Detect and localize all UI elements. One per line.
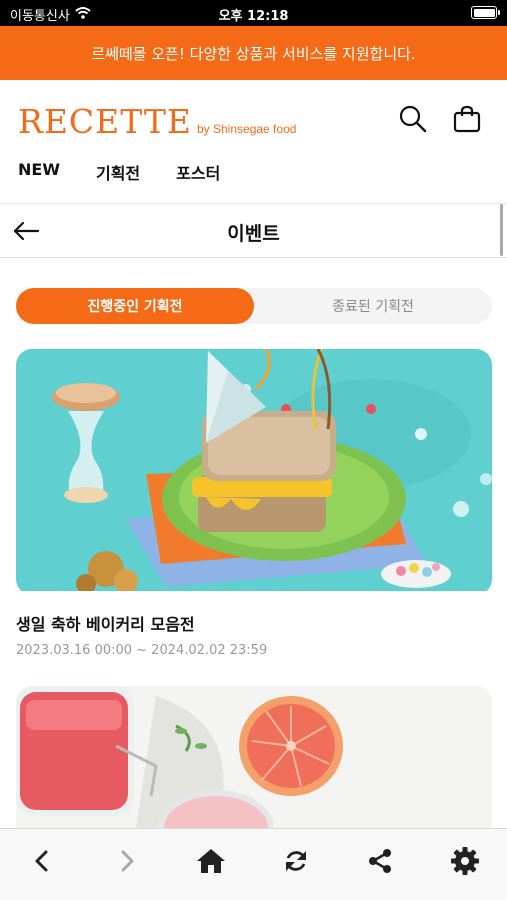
event-date: 2023.03.16 00:00 ~ 2024.02.02 23:59	[16, 643, 268, 658]
logo-wordmark: RECETTE	[18, 102, 192, 141]
status-bar: 이동통신사 오후 12:18	[0, 0, 507, 26]
exhibition-tabs: 진행중인 기획전 종료된 기획전	[16, 288, 492, 324]
battery-icon	[471, 6, 500, 19]
tab-ended[interactable]: 종료된 기획전	[254, 288, 492, 324]
home-icon[interactable]	[191, 841, 231, 881]
event-title[interactable]: 생일 축하 베이커리 모음전	[16, 611, 492, 635]
settings-icon[interactable]	[445, 841, 485, 881]
back-arrow-icon[interactable]	[22, 841, 62, 881]
shopping-bag-icon[interactable]	[450, 102, 484, 136]
event-card[interactable]	[16, 686, 492, 828]
promo-banner-text: 르쎄떼몰 오픈! 다양한 상품과 서비스를 지원합니다.	[91, 44, 416, 63]
logo[interactable]: RECETTE by Shinsegae food	[18, 102, 296, 141]
site-header: RECETTE by Shinsegae food NEW 기획전 포스터	[0, 80, 507, 204]
event-image-grapefruit[interactable]	[16, 686, 492, 828]
forward-arrow-icon[interactable]	[107, 841, 147, 881]
scrollbar[interactable]	[500, 204, 503, 256]
event-image-birthday-bakery[interactable]	[16, 349, 492, 595]
nav-item-posters[interactable]: 포스터	[176, 160, 220, 184]
nav-item-new[interactable]: NEW	[18, 160, 60, 184]
refresh-icon[interactable]	[276, 841, 316, 881]
bottom-toolbar	[0, 828, 507, 900]
share-icon[interactable]	[360, 841, 400, 881]
logo-tagline: by Shinsegae food	[197, 122, 297, 136]
search-icon[interactable]	[396, 102, 430, 136]
page-title-bar: 이벤트	[0, 204, 507, 258]
promo-banner[interactable]: 르쎄떼몰 오픈! 다양한 상품과 서비스를 지원합니다.	[0, 26, 507, 80]
tab-ongoing[interactable]: 진행중인 기획전	[16, 288, 254, 324]
status-time: 오후 12:18	[218, 9, 289, 24]
event-card[interactable]: 생일 축하 베이커리 모음전 2023.03.16 00:00 ~ 2024.0…	[16, 349, 492, 658]
page-title: 이벤트	[227, 223, 280, 245]
nav-item-exhibitions[interactable]: 기획전	[96, 160, 140, 184]
main-nav: NEW 기획전 포스터	[18, 160, 220, 184]
